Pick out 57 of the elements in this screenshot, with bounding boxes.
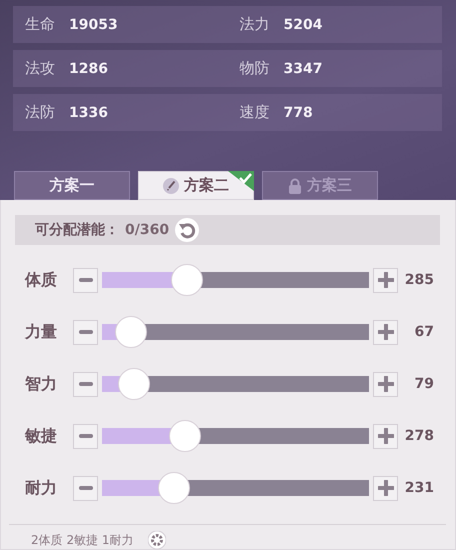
plus-button[interactable] xyxy=(373,476,398,501)
reset-icon xyxy=(175,218,200,242)
plus-button[interactable] xyxy=(373,320,398,345)
stat-value: 3347 xyxy=(284,60,322,76)
attribute-label: 力量 xyxy=(24,322,58,343)
attribute-label: 体质 xyxy=(24,270,58,291)
slider-thumb[interactable] xyxy=(171,264,204,296)
plus-icon xyxy=(378,428,394,444)
minus-button[interactable] xyxy=(73,476,98,501)
attribute-label: 智力 xyxy=(24,374,58,395)
minus-button[interactable] xyxy=(73,268,98,293)
tab[interactable]: 方案二 xyxy=(138,171,254,200)
plus-button[interactable] xyxy=(373,372,398,397)
plus-icon xyxy=(378,324,394,340)
stat-label: 法防 xyxy=(25,103,55,122)
minus-button[interactable] xyxy=(73,372,98,397)
plus-button[interactable] xyxy=(373,424,398,449)
stat-label: 生命 xyxy=(25,15,55,34)
attribute-value: 79 xyxy=(414,376,434,392)
slider-thumb[interactable] xyxy=(118,368,150,400)
attribute-value: 67 xyxy=(414,324,434,340)
minus-icon xyxy=(78,434,92,438)
minus-button[interactable] xyxy=(73,320,98,345)
minus-icon xyxy=(78,382,92,386)
lock-icon xyxy=(288,178,302,194)
plus-icon xyxy=(378,480,394,496)
recommendation-text: 2体质 2敏捷 1耐力 xyxy=(31,532,134,548)
minus-icon xyxy=(78,330,92,334)
gear-icon[interactable] xyxy=(148,531,166,549)
minus-icon xyxy=(78,278,92,282)
check-icon xyxy=(228,171,254,191)
slider-thumb[interactable] xyxy=(115,316,148,348)
stat-value: 5204 xyxy=(284,16,322,32)
minus-button[interactable] xyxy=(73,424,98,449)
attribute-value: 231 xyxy=(404,480,434,496)
stat-label: 法攻 xyxy=(25,59,55,78)
minus-icon xyxy=(78,486,92,490)
plus-icon xyxy=(378,272,394,288)
slider-thumb[interactable] xyxy=(168,420,201,452)
attribute-value: 278 xyxy=(404,428,434,444)
stat-label: 法力 xyxy=(240,15,270,34)
plus-icon xyxy=(378,376,394,392)
stat-value: 778 xyxy=(284,104,313,120)
potential-label: 可分配潜能： xyxy=(35,221,119,240)
attribute-label: 敏捷 xyxy=(24,426,58,447)
attribute-label: 耐力 xyxy=(24,478,58,499)
attribute-value: 285 xyxy=(404,272,434,288)
brush-icon xyxy=(163,178,179,194)
stat-value: 1286 xyxy=(69,60,108,76)
stat-value: 1336 xyxy=(69,104,108,120)
slider-thumb[interactable] xyxy=(158,472,190,504)
plus-button[interactable] xyxy=(373,268,398,293)
stat-label: 速度 xyxy=(240,103,270,122)
potential-value: 0/360 xyxy=(125,222,170,238)
tab[interactable]: 方案一 xyxy=(14,171,130,200)
stat-label: 物防 xyxy=(240,59,270,78)
stat-value: 19053 xyxy=(69,16,118,32)
